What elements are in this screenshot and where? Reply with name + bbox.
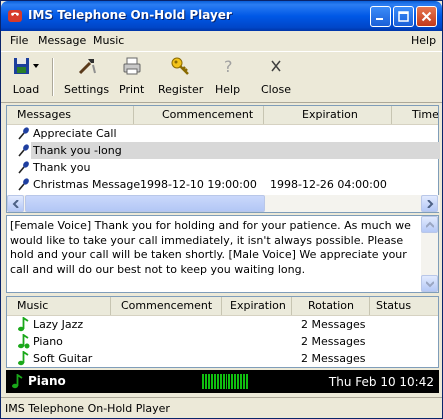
message-name: Appreciate Call (33, 127, 117, 140)
message-name: Thank you (33, 161, 91, 174)
close-label: Close (261, 83, 291, 96)
music-name: Lazy Jazz (33, 318, 84, 331)
telephone-app-icon (8, 10, 22, 22)
title-bar[interactable]: IMS Telephone On-Hold Player (1, 1, 442, 31)
message-row[interactable]: Thank you (7, 159, 438, 176)
arrow-right-icon (426, 199, 433, 208)
music-rotation: 2 Messages (301, 318, 366, 331)
menu-help[interactable]: Help (411, 34, 436, 47)
now-playing-bar: Piano Thu Feb 10 10:42 (6, 370, 439, 393)
message-row[interactable]: Appreciate Call (7, 125, 438, 142)
tools-icon (78, 59, 96, 75)
menu-message[interactable]: Message (38, 34, 86, 47)
load-label: Load (12, 83, 40, 96)
col-music[interactable]: Music (7, 297, 111, 315)
volume-level-meter (202, 374, 248, 389)
music-rotation: 2 Messages (301, 352, 366, 365)
music-header: Music Commencement Expiration Rotation S… (7, 297, 438, 316)
svg-text:?: ? (224, 57, 233, 76)
help-label: Help (215, 83, 241, 96)
toolbar: Load Settings Print Register ? Help Clos… (1, 51, 442, 103)
scroll-up-button[interactable] (421, 216, 438, 233)
col-messages[interactable]: Messages (7, 106, 134, 124)
close-window-button[interactable] (416, 6, 437, 27)
menu-music[interactable]: Music (93, 34, 124, 47)
music-row-playing[interactable]: Piano 2 Messages (7, 333, 438, 350)
message-script-text: [Female Voice] Thank you for holding and… (10, 219, 411, 276)
messages-horizontal-scrollbar[interactable] (7, 195, 440, 212)
register-button[interactable]: Register (158, 55, 203, 99)
menu-bar: File Message Music Help (1, 31, 442, 50)
now-playing-title: Piano (28, 374, 66, 388)
load-button[interactable]: Load (9, 55, 43, 99)
music-rotation: 2 Messages (301, 335, 366, 348)
close-icon (421, 11, 432, 22)
messages-header: Messages Commencement Expiration Time (7, 106, 438, 125)
settings-button[interactable]: Settings (64, 55, 109, 99)
music-note-icon (18, 317, 29, 332)
message-name: Thank you -long (31, 142, 440, 159)
dropdown-arrow-icon[interactable] (32, 62, 40, 70)
window-title: IMS Telephone On-Hold Player (28, 8, 232, 22)
music-name: Piano (33, 335, 63, 348)
music-row[interactable]: Lazy Jazz 2 Messages (7, 316, 438, 333)
col-expiration[interactable]: Expiration (264, 106, 392, 124)
col-status[interactable]: Status (370, 297, 438, 315)
scroll-left-button[interactable] (7, 195, 24, 212)
music-list[interactable]: Music Commencement Expiration Rotation S… (6, 296, 439, 368)
menu-file[interactable]: File (10, 34, 28, 47)
col-commencement[interactable]: Commencement (134, 106, 264, 124)
status-bar: IMS Telephone On-Hold Player (1, 397, 442, 418)
register-label: Register (158, 83, 204, 96)
scroll-right-button[interactable] (421, 195, 438, 212)
message-text-area[interactable]: [Female Voice] Thank you for holding and… (6, 215, 439, 293)
close-button[interactable]: Close (261, 55, 291, 99)
app-window: IMS Telephone On-Hold Player File Messag… (0, 0, 443, 419)
col-music-expiration[interactable]: Expiration (222, 297, 292, 315)
messages-list[interactable]: Messages Commencement Expiration Time Ap… (6, 105, 440, 213)
message-name: Christmas Message (33, 178, 141, 191)
close-x-icon (271, 60, 281, 72)
arrow-up-icon (425, 221, 434, 228)
key-icon (171, 57, 189, 75)
now-playing-datetime: Thu Feb 10 10:42 (328, 375, 434, 389)
minimize-icon (376, 18, 383, 20)
message-commencement: 1998-12-10 19:00:00 (140, 178, 257, 191)
text-vertical-scrollbar[interactable] (421, 216, 438, 292)
status-text: IMS Telephone On-Hold Player (5, 402, 170, 415)
help-button[interactable]: ? Help (215, 55, 240, 99)
maximize-button[interactable] (393, 6, 414, 27)
col-time[interactable]: Time (392, 106, 438, 124)
maximize-icon (398, 11, 409, 22)
help-question-icon: ? (224, 57, 233, 76)
arrow-left-icon (12, 199, 19, 208)
music-row[interactable]: Soft Guitar 2 Messages (7, 350, 438, 367)
printer-icon (123, 57, 141, 75)
microphone-icon (18, 144, 29, 157)
music-note-icon (18, 351, 29, 366)
print-label: Print (119, 83, 145, 96)
microphone-icon (18, 178, 29, 191)
music-name: Soft Guitar (33, 352, 93, 365)
settings-label: Settings (64, 83, 110, 96)
col-music-commencement[interactable]: Commencement (111, 297, 222, 315)
message-row-selected[interactable]: Thank you -long (7, 142, 440, 159)
minimize-button[interactable] (370, 6, 391, 27)
microphone-icon (18, 161, 29, 174)
toolbar-separator (52, 58, 54, 96)
scroll-down-button[interactable] (421, 275, 438, 292)
music-note-playing-icon (18, 334, 30, 349)
microphone-icon (18, 127, 29, 140)
scrollbar-thumb[interactable] (25, 195, 265, 212)
music-note-icon (12, 374, 23, 389)
arrow-down-icon (425, 280, 434, 287)
message-expiration: 1998-12-26 04:00:00 (270, 178, 387, 191)
message-row[interactable]: Christmas Message 1998-12-10 19:00:00 19… (7, 176, 438, 193)
print-button[interactable]: Print (119, 55, 144, 99)
col-rotation[interactable]: Rotation (292, 297, 370, 315)
floppy-disk-icon (14, 58, 29, 74)
